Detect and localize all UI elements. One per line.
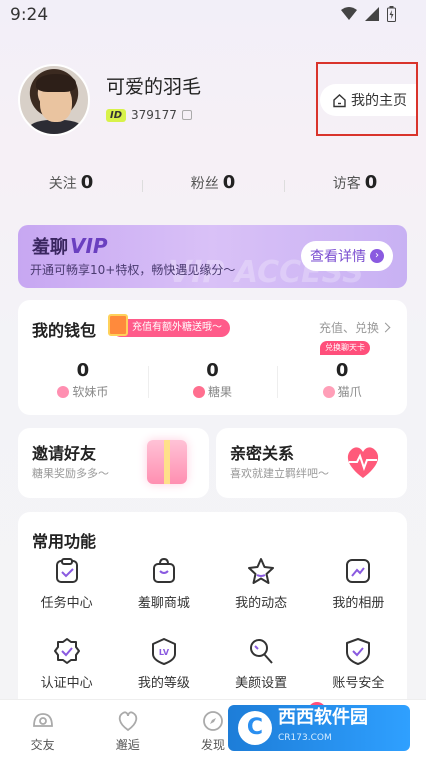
fn-certification[interactable]: 认证中心 xyxy=(18,632,115,700)
shop-bag-icon xyxy=(152,557,175,583)
stat-label: 访客 xyxy=(332,176,361,192)
fn-label: 我的相册 xyxy=(332,596,385,611)
stats-row: 关注 0 粉丝 0 访客 0 xyxy=(0,172,426,200)
battery-icon xyxy=(387,6,396,22)
beauty-icon xyxy=(250,639,273,664)
status-time: 9:24 xyxy=(10,5,49,25)
stat-value: 0 xyxy=(80,172,94,193)
stat-label: 关注 xyxy=(48,176,77,192)
fn-shop[interactable]: 羞聊商城 xyxy=(115,552,212,620)
wallet-card: 我的钱包 充值有额外糖送哦～ 充值、兑换 兑换聊天卡 0 软妹币 0 糖果 0 … xyxy=(18,300,407,415)
fn-account-security[interactable]: 账号安全 xyxy=(310,632,407,700)
functions-grid: 任务中心 羞聊商城 我的动态 我的相册 认证中心 LV 我的等级 美颜设置 账号 xyxy=(18,552,407,700)
tab-encounter[interactable]: 邂逅 xyxy=(85,700,170,757)
watermark-url: CR173.COM xyxy=(278,733,332,743)
intimacy-subtitle: 喜欢就建立羁绊吧～ xyxy=(230,467,329,480)
fn-level[interactable]: LV 我的等级 xyxy=(115,632,212,700)
exchange-chat-card-tag: 兑换聊天卡 xyxy=(320,341,370,355)
vip-title: 羞聊 VIP xyxy=(32,233,108,259)
common-functions-card: 常用功能 任务中心 羞聊商城 我的动态 我的相册 认证中心 LV 我的等级 美颜… xyxy=(18,512,407,712)
highlight-box xyxy=(316,62,418,136)
intimacy-title: 亲密关系 xyxy=(230,444,295,463)
candy-icon xyxy=(193,385,205,398)
recharge-exchange-link[interactable]: 充值、兑换 xyxy=(319,319,389,336)
id-badge: ID xyxy=(106,108,127,122)
fn-label: 账号安全 xyxy=(332,676,385,691)
fn-album[interactable]: 我的相册 xyxy=(310,552,407,620)
friends-icon xyxy=(32,713,53,727)
level-icon: LV xyxy=(151,638,176,665)
compass-icon xyxy=(203,711,223,731)
vip-subtitle: 开通可畅享10+特权，畅快遇见缘分～ xyxy=(30,263,236,277)
wallet-balances: 0 软妹币 0 糖果 0 猫爪 xyxy=(18,360,407,410)
stat-followers[interactable]: 粉丝 0 xyxy=(142,172,284,200)
task-icon xyxy=(55,558,78,583)
wallet-item-paw[interactable]: 0 猫爪 xyxy=(277,360,407,410)
wallet-title: 我的钱包 xyxy=(32,321,97,340)
star-icon xyxy=(248,558,275,584)
vip-details-label: 查看详情 xyxy=(310,249,366,265)
stat-value: 0 xyxy=(364,172,378,193)
wallet-promo-badge[interactable]: 充值有额外糖送哦～ xyxy=(112,319,230,337)
user-id-row: ID 379177 xyxy=(106,108,192,122)
invite-title: 邀请好友 xyxy=(32,444,97,463)
shield-icon xyxy=(346,638,371,665)
wifi-icon xyxy=(341,7,357,20)
user-id-value: 379177 xyxy=(131,108,177,122)
fn-my-posts[interactable]: 我的动态 xyxy=(213,552,310,620)
functions-title: 常用功能 xyxy=(32,532,97,551)
wallet-value: 0 xyxy=(206,360,219,381)
wallet-label: 软妹币 xyxy=(72,385,109,399)
svg-text:LV: LV xyxy=(159,648,170,657)
album-icon xyxy=(346,559,371,583)
heart-icon xyxy=(347,447,379,478)
tab-label: 交友 xyxy=(30,738,55,752)
vip-details-button[interactable]: 查看详情 › xyxy=(301,241,393,271)
wallet-label: 糖果 xyxy=(208,385,233,399)
fn-label: 美颜设置 xyxy=(235,676,288,691)
vip-badge: VIP xyxy=(70,234,108,258)
fn-beauty-settings[interactable]: 美颜设置 xyxy=(213,632,310,700)
vip-banner[interactable]: VIP ACCESS 羞聊 VIP 开通可畅享10+特权，畅快遇见缘分～ 查看详情… xyxy=(18,225,407,288)
gift-icon xyxy=(108,314,128,336)
site-watermark: C 西西软件园 CR173.COM xyxy=(228,705,410,751)
stat-visitors[interactable]: 访客 0 xyxy=(284,172,426,200)
watermark-title: 西西软件园 xyxy=(278,707,368,728)
wallet-item-coin[interactable]: 0 软妹币 xyxy=(18,360,148,410)
soft-coin-icon xyxy=(57,385,70,398)
status-icons xyxy=(341,6,396,22)
encounter-icon xyxy=(118,711,137,732)
fn-label: 认证中心 xyxy=(40,676,93,691)
signal-icon xyxy=(365,7,379,21)
vip-title-text: 羞聊 xyxy=(32,237,68,258)
stat-following[interactable]: 关注 0 xyxy=(0,172,142,200)
gift-box-icon xyxy=(147,440,187,484)
wallet-label: 猫爪 xyxy=(337,385,362,399)
intimacy-card[interactable]: 亲密关系 喜欢就建立羁绊吧～ xyxy=(216,428,407,498)
stat-label: 粉丝 xyxy=(190,176,219,192)
nickname: 可爱的羽毛 xyxy=(106,76,202,98)
invite-subtitle: 糖果奖励多多～ xyxy=(32,467,109,480)
watermark-text: 西西软件园 CR173.COM xyxy=(278,709,368,747)
watermark-logo: C xyxy=(238,711,272,745)
fn-task-center[interactable]: 任务中心 xyxy=(18,552,115,620)
fn-label: 我的等级 xyxy=(137,676,190,691)
fn-label: 羞聊商城 xyxy=(137,596,190,611)
wallet-value: 0 xyxy=(335,360,349,381)
avatar[interactable] xyxy=(18,64,90,136)
arrow-right-icon: › xyxy=(370,249,384,263)
certified-icon xyxy=(53,638,80,664)
wallet-item-candy[interactable]: 0 糖果 xyxy=(147,360,278,410)
status-bar: 9:24 xyxy=(0,0,426,32)
fn-label: 任务中心 xyxy=(40,596,93,611)
cat-paw-icon xyxy=(322,385,335,398)
stat-value: 0 xyxy=(222,172,236,193)
wallet-value: 0 xyxy=(76,360,90,381)
tab-label: 邂逅 xyxy=(115,738,140,752)
invite-friends-card[interactable]: 邀请好友 糖果奖励多多～ xyxy=(18,428,209,498)
fn-label: 我的动态 xyxy=(235,596,288,611)
tab-make-friends[interactable]: 交友 xyxy=(0,700,85,757)
copy-icon[interactable] xyxy=(181,110,192,120)
